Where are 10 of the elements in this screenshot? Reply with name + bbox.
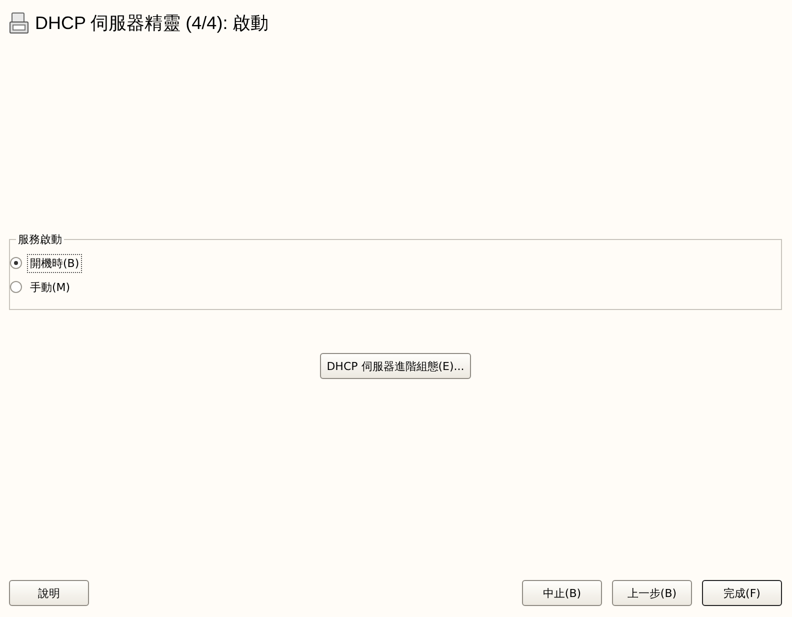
wizard-button[interactable]: 完成(F): [702, 580, 782, 606]
wizard-button[interactable]: 中止(B): [522, 580, 602, 606]
group-legend: 服務啟動: [16, 232, 64, 247]
server-icon: [9, 12, 29, 34]
advanced-config-button[interactable]: DHCP 伺服器進階組態(E)...: [320, 353, 472, 379]
radio-option[interactable]: 開機時(B): [10, 251, 781, 275]
radio-option[interactable]: 手動(M): [10, 275, 781, 299]
help-button[interactable]: 說明: [9, 580, 89, 606]
wizard-button[interactable]: 上一步(B): [612, 580, 692, 606]
window-title: DHCP 伺服器精靈 (4/4): 啟動: [35, 12, 269, 35]
